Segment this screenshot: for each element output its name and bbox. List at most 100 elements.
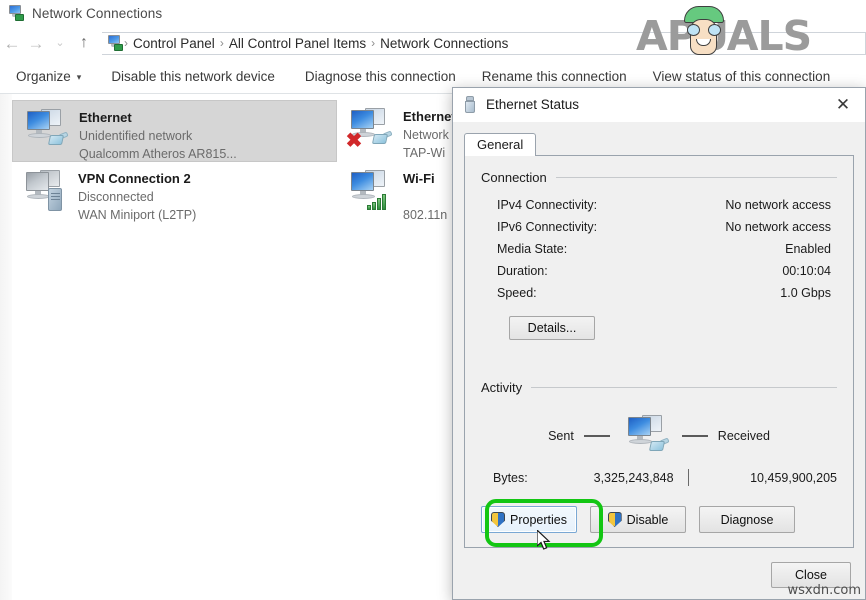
connection-name: VPN Connection 2 — [78, 171, 191, 186]
connection-status — [403, 190, 406, 204]
connection-name: Wi-Fi — [403, 171, 435, 186]
row-value: Enabled — [785, 238, 831, 260]
ethernet-status-dialog: Ethernet Status ✕ General Connection IPv… — [452, 87, 866, 600]
activity-group-header: Activity — [481, 380, 837, 395]
forward-icon[interactable]: → — [24, 31, 48, 55]
connection-status: Network — [403, 128, 449, 142]
disable-label: Disable — [627, 513, 669, 527]
diagnose-connection-button[interactable]: Diagnose this connection — [305, 69, 456, 84]
bytes-sent-value: 3,325,243,848 — [552, 471, 674, 485]
site-watermark: wsxdn.com — [788, 583, 862, 598]
bytes-received-value: 10,459,900,205 — [703, 471, 838, 485]
dialog-action-buttons: Properties Disable Diagnose — [481, 506, 837, 533]
properties-button[interactable]: Properties — [481, 506, 577, 533]
disable-device-button[interactable]: Disable this network device — [111, 69, 275, 84]
signal-bars-icon — [367, 194, 386, 210]
list-item-wifi[interactable]: Wi-Fi 802.11n — [337, 162, 467, 224]
row-value: 00:10:04 — [782, 260, 831, 282]
organize-label: Organize — [16, 69, 71, 84]
rename-connection-button[interactable]: Rename this connection — [482, 69, 627, 84]
sent-line — [584, 435, 610, 437]
connection-column-2: ✖ Ethernet Network TAP-Wi — [337, 100, 467, 224]
row-label: IPv4 Connectivity: — [497, 194, 597, 216]
activity-group-label: Activity — [481, 380, 522, 395]
window-title: Network Connections — [32, 6, 162, 21]
organize-button[interactable]: Organize ▾ — [16, 69, 81, 84]
connection-name: Ethernet — [79, 110, 132, 125]
connection-status: Unidentified network — [79, 129, 192, 143]
network-connections-icon — [7, 5, 24, 21]
connection-group-label: Connection — [481, 170, 547, 185]
network-adapter-disconnected-icon: ✖ — [345, 106, 393, 152]
close-icon[interactable]: ✕ — [821, 88, 865, 122]
dialog-tabstrip: General — [464, 131, 854, 155]
bytes-row: Bytes: 3,325,243,848 10,459,900,205 — [481, 469, 837, 486]
connection-column-1: Ethernet Unidentified network Qualcomm A… — [12, 100, 337, 224]
list-item-ethernet-tap[interactable]: ✖ Ethernet Network TAP-Wi — [337, 100, 467, 162]
screenshot-root: Network Connections ← → ⌄ ↑ › Control Pa… — [0, 0, 866, 600]
breadcrumb-item-control-panel[interactable]: Control Panel — [129, 36, 219, 51]
network-adapter-icon — [21, 107, 69, 153]
connection-group-header: Connection — [481, 170, 837, 185]
tab-general[interactable]: General — [464, 133, 536, 156]
general-tab-panel: Connection IPv4 Connectivity: No network… — [464, 155, 854, 548]
received-label: Received — [718, 429, 770, 443]
list-item-vpn-connection-2[interactable]: VPN Connection 2 Disconnected WAN Minipo… — [12, 162, 337, 224]
bytes-label: Bytes: — [493, 471, 552, 485]
sent-label: Sent — [548, 429, 574, 443]
row-ipv6-connectivity: IPv6 Connectivity: No network access — [497, 216, 831, 238]
shield-icon — [608, 512, 622, 527]
details-button[interactable]: Details... — [509, 316, 595, 340]
connection-adapter: TAP-Wi — [403, 146, 445, 160]
dialog-title: Ethernet Status — [486, 97, 579, 112]
group-divider — [531, 387, 837, 388]
shield-icon — [491, 512, 505, 527]
connection-adapter: Qualcomm Atheros AR815... — [79, 147, 237, 161]
back-icon[interactable]: ← — [0, 31, 24, 55]
view-status-button[interactable]: View status of this connection — [653, 69, 831, 84]
row-value: No network access — [725, 216, 831, 238]
properties-label: Properties — [510, 513, 567, 527]
breadcrumb-folder-icon — [106, 35, 123, 51]
row-value: 1.0 Gbps — [780, 282, 831, 304]
error-x-icon: ✖ — [345, 132, 363, 150]
connection-adapter: 802.11n — [403, 208, 447, 222]
chevron-down-icon[interactable]: ⌄ — [48, 31, 72, 55]
row-speed: Speed: 1.0 Gbps — [497, 282, 831, 304]
row-ipv4-connectivity: IPv4 Connectivity: No network access — [497, 194, 831, 216]
row-value: No network access — [725, 194, 831, 216]
vpn-adapter-icon — [20, 168, 68, 214]
group-divider — [556, 177, 837, 178]
connection-rows: IPv4 Connectivity: No network access IPv… — [481, 194, 837, 304]
row-label: Speed: — [497, 282, 537, 304]
diagnose-button[interactable]: Diagnose — [699, 506, 795, 533]
diagnose-label: Diagnose — [721, 513, 774, 527]
appuals-mascot-icon — [682, 6, 726, 58]
connection-adapter: WAN Miniport (L2TP) — [78, 208, 196, 222]
ethernet-status-icon — [463, 96, 477, 114]
disable-button[interactable]: Disable — [590, 506, 686, 533]
dialog-titlebar: Ethernet Status ✕ — [453, 88, 865, 122]
row-label: Duration: — [497, 260, 548, 282]
row-media-state: Media State: Enabled — [497, 238, 831, 260]
breadcrumb-item-all-control-panel-items[interactable]: All Control Panel Items — [225, 36, 370, 51]
connection-name: Ethernet — [403, 109, 456, 124]
received-line — [682, 435, 708, 437]
appuals-logo: APUALS — [636, 6, 858, 58]
connection-status: Disconnected — [78, 190, 154, 204]
breadcrumb-item-network-connections[interactable]: Network Connections — [376, 36, 512, 51]
activity-diagram: Sent Received — [481, 413, 837, 459]
dialog-body: General Connection IPv4 Connectivity: No… — [453, 122, 865, 600]
up-icon[interactable]: ↑ — [72, 31, 96, 55]
details-button-wrap: Details... — [481, 316, 837, 340]
list-left-margin — [0, 94, 12, 600]
activity-section: Activity Sent — [481, 380, 837, 486]
row-duration: Duration: 00:10:04 — [497, 260, 831, 282]
mouse-cursor-icon — [537, 530, 552, 552]
chevron-down-icon: ▾ — [77, 72, 82, 83]
list-item-ethernet[interactable]: Ethernet Unidentified network Qualcomm A… — [12, 100, 337, 162]
wifi-adapter-icon — [345, 168, 393, 214]
row-label: IPv6 Connectivity: — [497, 216, 597, 238]
row-label: Media State: — [497, 238, 567, 260]
activity-computer-icon — [620, 413, 672, 459]
